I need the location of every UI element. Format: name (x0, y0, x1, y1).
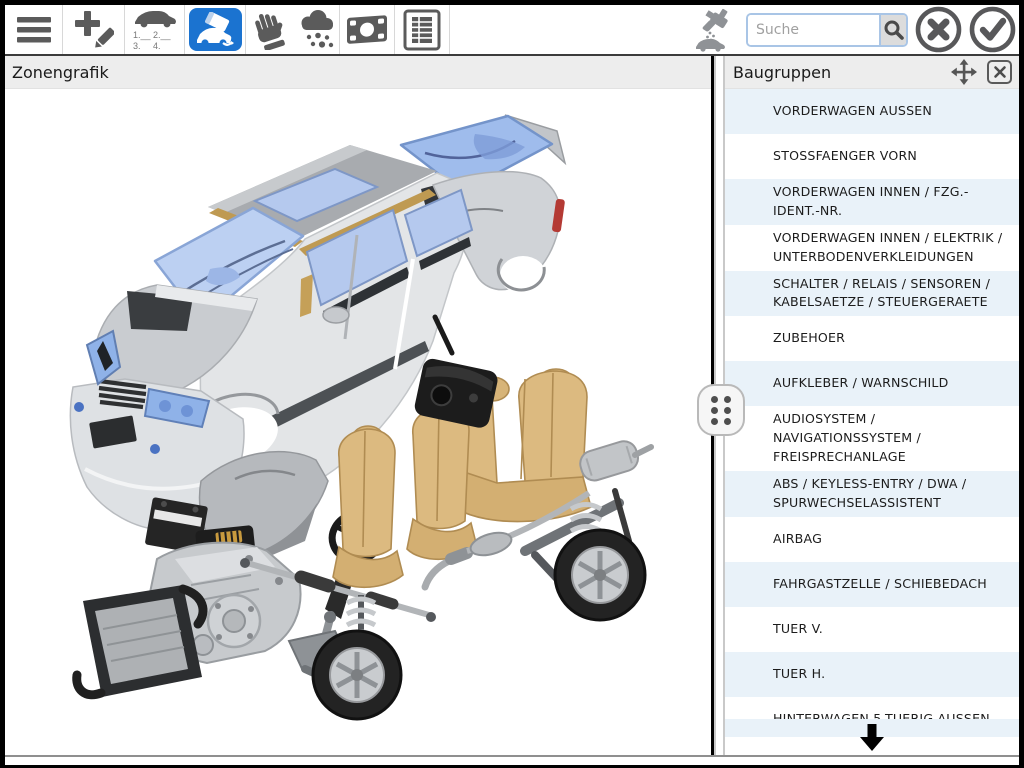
assembly-group-row[interactable]: VORDERWAGEN AUSSEN (725, 89, 1019, 134)
assembly-group-label: VORDERWAGEN AUSSEN (773, 102, 932, 121)
car-rear-wheel (555, 530, 645, 620)
assembly-group-row[interactable]: SCHALTER / RELAIS / SENSOREN / KABELSAET… (725, 271, 1019, 317)
scroll-down-button[interactable] (725, 719, 1019, 753)
confirm-button[interactable] (969, 6, 1016, 53)
bottom-status-strip (5, 755, 1019, 765)
assembly-group-row[interactable]: ZUBEHOER (725, 316, 1019, 361)
assembly-group-row[interactable]: TUER H. (725, 652, 1019, 697)
assembly-group-label: TUER H. (773, 665, 825, 684)
svg-text:3.__ 4.__: 3.__ 4.__ (133, 41, 172, 50)
exploded-car-illustration (5, 89, 711, 755)
assembly-group-label: SCHALTER / RELAIS / SENSOREN / KABELSAET… (773, 275, 1009, 313)
assembly-group-row[interactable]: ABS / KEYLESS-ENTRY / DWA / SPURWECHSELA… (725, 471, 1019, 517)
car-radiator-part (77, 585, 203, 697)
baugruppen-list: VORDERWAGEN AUSSEN STOSSFAENGER VORN VORDE… (725, 89, 1019, 742)
assembly-group-row[interactable]: TUER V. (725, 607, 1019, 652)
grip-dots-icon (711, 396, 731, 425)
active-button-highlight (189, 8, 242, 51)
toolbar-button-group: 1.__ 2.__ 3.__ 4.__ (5, 5, 450, 54)
hand-button[interactable] (246, 5, 294, 54)
car-pump-part (208, 595, 260, 647)
assembly-group-row[interactable]: FAHRGASTZELLE / SCHIEBEDACH (725, 562, 1019, 607)
car-eraser-icon (195, 12, 235, 48)
splitter-grip-handle[interactable] (697, 384, 745, 436)
zone-graphic-title: Zonengrafik (12, 63, 109, 82)
confirm-circle-icon (969, 6, 1016, 53)
close-icon (993, 65, 1007, 79)
paint-spray-car-icon (693, 7, 739, 53)
scroll-down-arrow-icon (857, 723, 887, 753)
move-icon[interactable] (951, 59, 977, 85)
calculation-table-icon (403, 9, 441, 51)
cancel-button[interactable] (915, 6, 962, 53)
car-front-wheel (313, 631, 401, 719)
calculation-table-button[interactable] (395, 5, 450, 54)
search-input[interactable] (748, 15, 879, 45)
zone-graphic[interactable] (5, 89, 711, 755)
assembly-group-label: FAHRGASTZELLE / SCHIEBEDACH (773, 575, 987, 594)
menu-button[interactable] (5, 5, 63, 54)
assembly-group-label: AUFKLEBER / WARNSCHILD (773, 374, 949, 393)
assembly-group-row[interactable]: STOSSFAENGER VORN (725, 134, 1019, 179)
assembly-group-label: STOSSFAENGER VORN (773, 147, 917, 166)
assembly-group-label: AIRBAG (773, 530, 822, 549)
cancel-circle-icon (915, 6, 962, 53)
menu-icon (16, 16, 52, 44)
assembly-group-row[interactable]: VORDERWAGEN INNEN / ELEKTRIK / UNTERBODE… (725, 225, 1019, 271)
assemblies-title: Baugruppen (733, 63, 831, 82)
search-box (746, 13, 908, 47)
zone-graphic-panel: Zonengrafik (5, 56, 711, 755)
add-edit-button[interactable] (63, 5, 125, 54)
money-icon (344, 14, 390, 46)
assembly-group-label: VORDERWAGEN INNEN / FZG.-IDENT.-NR. (773, 183, 1009, 221)
zone-graphic-header: Zonengrafik (5, 56, 711, 89)
main-toolbar: 1.__ 2.__ 3.__ 4.__ (5, 5, 1019, 56)
assembly-group-label: VORDERWAGEN INNEN / ELEKTRIK / UNTERBODE… (773, 229, 1009, 267)
assemblies-header: Baugruppen (725, 56, 1019, 89)
car-eraser-button[interactable] (185, 5, 246, 54)
add-edit-icon (74, 11, 114, 49)
car-zones-icon: 1.__ 2.__ 3.__ 4.__ (132, 10, 178, 50)
assembly-group-label: ZUBEHOER (773, 329, 845, 348)
toolbar-right-group (693, 5, 1019, 54)
assembly-group-row[interactable]: AIRBAG (725, 517, 1019, 562)
hail-cloud-icon (297, 10, 337, 50)
assembly-group-label: AUDIOSYSTEM / NAVIGATIONSSYSTEM / FREISP… (773, 410, 1009, 467)
assembly-group-label: TUER V. (773, 620, 823, 639)
assemblies-panel: Baugruppen VORDERWAGEN AUSSEN STOSSFAENGE… (725, 56, 1019, 755)
money-button[interactable] (340, 5, 395, 54)
hand-icon (252, 10, 288, 50)
assembly-group-row[interactable]: AUDIOSYSTEM / NAVIGATIONSSYSTEM / FREISP… (725, 406, 1019, 471)
close-panel-button[interactable] (987, 60, 1012, 84)
car-zones-button[interactable]: 1.__ 2.__ 3.__ 4.__ (125, 5, 185, 54)
assembly-group-label: ABS / KEYLESS-ENTRY / DWA / SPURWECHSELA… (773, 475, 1009, 513)
search-button[interactable] (879, 15, 906, 45)
hail-button[interactable] (294, 5, 340, 54)
search-icon (883, 19, 905, 41)
svg-text:1.__ 2.__: 1.__ 2.__ (133, 30, 172, 40)
assembly-group-row[interactable]: VORDERWAGEN INNEN / FZG.-IDENT.-NR. (725, 179, 1019, 225)
assembly-group-row[interactable]: AUFKLEBER / WARNSCHILD (725, 361, 1019, 406)
